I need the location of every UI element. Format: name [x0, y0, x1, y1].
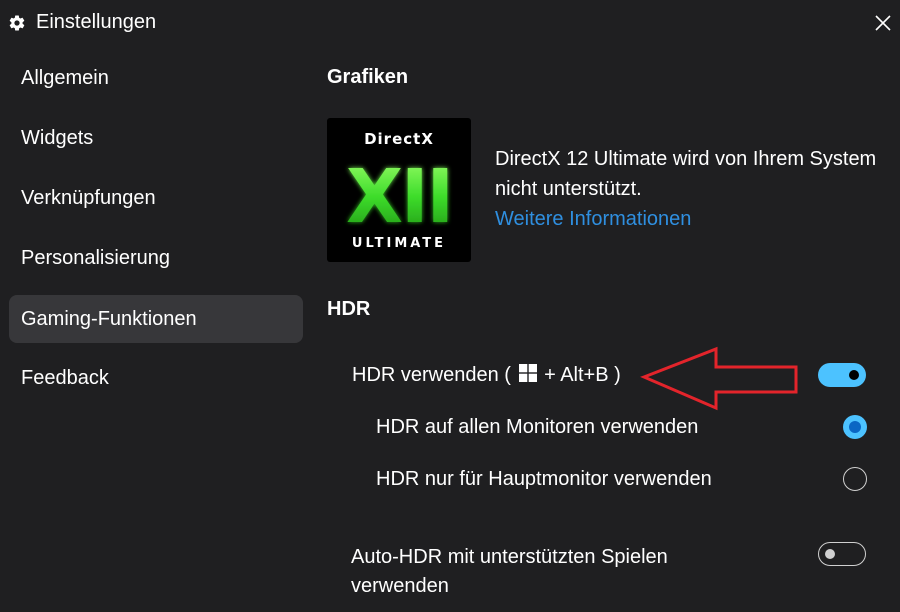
hdr-all-monitors-radio[interactable] [843, 415, 867, 439]
close-button[interactable] [868, 8, 898, 38]
annotation-arrow-icon [640, 346, 798, 411]
use-hdr-label-prefix: HDR verwenden ( [352, 364, 511, 386]
windows-key-icon [518, 364, 537, 382]
hdr-section-title: HDR [327, 298, 371, 320]
sidebar-item-personalisierung[interactable]: Personalisierung [9, 234, 303, 282]
close-icon [875, 15, 891, 31]
sidebar-item-allgemein[interactable]: Allgemein [9, 54, 303, 102]
use-hdr-label: HDR verwenden ( + Alt+B ) [352, 364, 621, 387]
sidebar-item-label: Gaming-Funktionen [21, 307, 197, 330]
logo-numeral: XII [346, 154, 452, 240]
logo-bottom-text: ULTIMATE [352, 236, 446, 251]
window-title: Einstellungen [36, 11, 157, 33]
sidebar-item-label: Personalisierung [21, 246, 170, 269]
toggle-knob [825, 549, 835, 559]
use-hdr-toggle[interactable] [818, 363, 866, 387]
directx-support-text: DirectX 12 Ultimate wird von Ihrem Syste… [495, 148, 877, 200]
hdr-main-monitor-label: HDR nur für Hauptmonitor verwenden [376, 468, 712, 490]
settings-window: Einstellungen Allgemein Widgets Verknüpf… [0, 0, 900, 612]
more-info-link[interactable]: Weitere Informationen [495, 208, 691, 231]
graphics-section-title: Grafiken [327, 66, 409, 88]
hdr-all-monitors-label: HDR auf allen Monitoren verwenden [376, 416, 699, 438]
hdr-main-monitor-radio[interactable] [843, 467, 867, 491]
sidebar-item-label: Verknüpfungen [21, 186, 156, 209]
auto-hdr-label: Auto-HDR mit unterstützten Spielen verwe… [351, 543, 668, 601]
auto-hdr-label-line2: verwenden [351, 575, 449, 597]
toggle-knob [849, 370, 859, 380]
auto-hdr-label-line1: Auto-HDR mit unterstützten Spielen [351, 546, 668, 568]
sidebar-item-widgets[interactable]: Widgets [9, 114, 303, 162]
logo-top-text: DirectX [364, 130, 434, 148]
use-hdr-label-suffix: + Alt+B ) [544, 364, 621, 386]
radio-dot [849, 421, 861, 433]
sidebar-item-label: Allgemein [21, 66, 109, 89]
sidebar-item-label: Widgets [21, 126, 94, 149]
sidebar-item-feedback[interactable]: Feedback [9, 354, 303, 402]
sidebar-item-verknuepfungen[interactable]: Verknüpfungen [9, 174, 303, 222]
gear-icon [9, 15, 25, 31]
sidebar-item-gaming-funktionen[interactable]: Gaming-Funktionen [9, 295, 303, 343]
directx-12-ultimate-logo: DirectX XII ULTIMATE [327, 118, 471, 262]
auto-hdr-toggle[interactable] [818, 542, 866, 566]
sidebar-item-label: Feedback [21, 366, 109, 389]
